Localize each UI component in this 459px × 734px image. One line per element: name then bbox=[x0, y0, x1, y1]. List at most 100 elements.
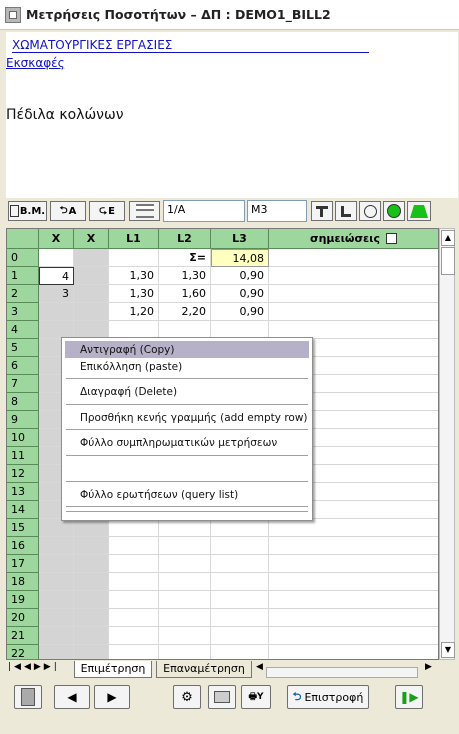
grid-cell-x2[interactable] bbox=[74, 555, 109, 573]
grid-cell-l1[interactable] bbox=[109, 555, 159, 573]
grid-cell-x2[interactable] bbox=[74, 609, 109, 627]
trapezoid-button[interactable] bbox=[407, 201, 431, 221]
grid-cell-l3[interactable]: 0,90 bbox=[211, 285, 269, 303]
grid-cell-x1[interactable] bbox=[39, 591, 74, 609]
grid-cell-x1[interactable] bbox=[39, 609, 74, 627]
print-button[interactable] bbox=[208, 685, 236, 709]
grid-cell-l2[interactable] bbox=[159, 645, 211, 659]
scroll-up-icon[interactable]: ▲ bbox=[441, 230, 455, 246]
menu-item-paste[interactable]: Επικόλληση (paste) bbox=[65, 358, 309, 375]
grid-cell-l2[interactable] bbox=[159, 591, 211, 609]
grid-cell-l2[interactable] bbox=[159, 537, 211, 555]
grid-cell-l3[interactable] bbox=[211, 537, 269, 555]
grid-cell-nt[interactable] bbox=[269, 519, 438, 537]
settings-button[interactable]: ⚙ bbox=[173, 685, 201, 709]
grid-cell-l1[interactable] bbox=[109, 537, 159, 555]
grid-cell-x1[interactable] bbox=[39, 303, 74, 321]
menu-item-copy[interactable]: Αντιγραφή (Copy) bbox=[65, 341, 309, 358]
grid-cell-x2[interactable] bbox=[74, 645, 109, 659]
grid-cell-l2[interactable] bbox=[159, 519, 211, 537]
grid-cell-l3[interactable] bbox=[211, 555, 269, 573]
grid-cell-nt[interactable] bbox=[269, 645, 438, 659]
category-link[interactable]: ΧΩΜΑΤΟΥΡΓΙΚΕΣ ΕΡΓΑΣΙΕΣ bbox=[12, 38, 369, 53]
grid-cell-l1[interactable] bbox=[109, 645, 159, 659]
bm-button[interactable]: B.M. bbox=[8, 201, 47, 221]
copy-e-button[interactable]: ⮎ E bbox=[89, 201, 125, 221]
grid-cell-x1[interactable]: 4 bbox=[39, 267, 74, 285]
grid-cell-nt[interactable] bbox=[269, 555, 438, 573]
print-y-button[interactable]: 🖶Y bbox=[241, 685, 271, 709]
grid-cell-x1[interactable] bbox=[39, 573, 74, 591]
vertical-scrollbar[interactable]: ▲ ▼ bbox=[439, 228, 455, 660]
grid-cell-x1[interactable] bbox=[39, 627, 74, 645]
grid-cell-l2[interactable] bbox=[159, 573, 211, 591]
grid-cell-x2[interactable] bbox=[74, 267, 109, 285]
grid-cell-x2[interactable] bbox=[74, 249, 109, 267]
filled-circle-button[interactable] bbox=[383, 201, 405, 221]
menu-item-add-empty-row[interactable]: Προσθήκη κενής γραμμής (add empty row) bbox=[65, 409, 309, 426]
unit-field[interactable]: M3 bbox=[247, 200, 307, 222]
grid-cell-x2[interactable] bbox=[74, 303, 109, 321]
next-button[interactable]: ▶ bbox=[94, 685, 130, 709]
menu-item-supplementary-sheet[interactable]: Φύλλο συμπληρωματικών μετρήσεων bbox=[65, 434, 309, 451]
notes-checkbox[interactable] bbox=[385, 233, 397, 244]
grid-cell-l2[interactable]: 1,30 bbox=[159, 267, 211, 285]
grid-cell-l1[interactable]: 1,30 bbox=[109, 285, 159, 303]
grid-cell-l3[interactable] bbox=[211, 645, 269, 659]
scroll-down-icon[interactable]: ▼ bbox=[441, 642, 455, 658]
grid-cell-l2[interactable] bbox=[159, 555, 211, 573]
grid-cell-l3[interactable] bbox=[211, 627, 269, 645]
grid-cell-x1[interactable]: 3 bbox=[39, 285, 74, 303]
grid-cell-l1[interactable] bbox=[109, 609, 159, 627]
grid-cell-l3[interactable] bbox=[211, 591, 269, 609]
grid-cell-nt[interactable] bbox=[269, 303, 438, 321]
grid-cell-x2[interactable] bbox=[74, 537, 109, 555]
grid-cell-l1[interactable] bbox=[109, 591, 159, 609]
tab-nav-icons[interactable]: |◀◀▶▶| bbox=[8, 662, 60, 672]
tab-measurement[interactable]: Επιμέτρηση bbox=[74, 661, 152, 678]
grid-cell-nt[interactable] bbox=[269, 537, 438, 555]
copy-a-button[interactable]: ⮌ A bbox=[50, 201, 86, 221]
circle-button[interactable] bbox=[359, 201, 381, 221]
grid-cell-x2[interactable] bbox=[74, 519, 109, 537]
grid-cell-l2[interactable] bbox=[159, 609, 211, 627]
grid-cell-l1[interactable]: 1,30 bbox=[109, 267, 159, 285]
grid-cell-l2[interactable]: 1,60 bbox=[159, 285, 211, 303]
scroll-thumb[interactable] bbox=[441, 247, 455, 275]
grid-cell-nt[interactable] bbox=[269, 609, 438, 627]
scroll-right-icon[interactable]: ▶ bbox=[425, 662, 432, 672]
grid-cell-l1[interactable] bbox=[109, 573, 159, 591]
grid-cell-x1[interactable] bbox=[39, 249, 74, 267]
grid-cell-nt[interactable] bbox=[269, 591, 438, 609]
grid-cell-l1[interactable] bbox=[109, 249, 159, 267]
grid-cell-x2[interactable] bbox=[74, 627, 109, 645]
grid-cell-nt[interactable] bbox=[269, 573, 438, 591]
scroll-left-icon[interactable]: ◀ bbox=[256, 662, 263, 672]
grid-cell-nt[interactable] bbox=[269, 285, 438, 303]
grid-cell-l1[interactable] bbox=[109, 519, 159, 537]
app-icon[interactable] bbox=[5, 7, 21, 23]
grid-cell-x1[interactable] bbox=[39, 537, 74, 555]
code-field[interactable]: 1/A bbox=[163, 200, 245, 222]
grid-cell-x2[interactable] bbox=[74, 285, 109, 303]
grid-cell-l3[interactable] bbox=[211, 609, 269, 627]
previous-button[interactable]: ◀ bbox=[54, 685, 90, 709]
grid-cell-l2[interactable] bbox=[159, 627, 211, 645]
menu-item-delete[interactable]: Διαγραφή (Delete) bbox=[65, 383, 309, 400]
grid-cell-l1[interactable]: 1,20 bbox=[109, 303, 159, 321]
tab-remeasurement[interactable]: Επαναμέτρηση bbox=[156, 661, 252, 678]
grid-cell-l2[interactable]: 2,20 bbox=[159, 303, 211, 321]
grid-cell-l3[interactable] bbox=[211, 519, 269, 537]
return-button[interactable]: ⮌ Επιστροφή bbox=[287, 685, 369, 709]
grid-cell-x2[interactable] bbox=[74, 573, 109, 591]
grid-cell-nt[interactable] bbox=[269, 249, 438, 267]
grid-cell-x1[interactable] bbox=[39, 645, 74, 659]
horizontal-scrollbar[interactable] bbox=[266, 667, 418, 678]
grid-cell-x2[interactable] bbox=[74, 591, 109, 609]
calculator-button[interactable] bbox=[14, 685, 42, 709]
grid-cell-l3[interactable]: 0,90 bbox=[211, 267, 269, 285]
grid-layout-button[interactable] bbox=[129, 201, 160, 221]
exit-button[interactable]: ❚▶ bbox=[395, 685, 423, 709]
grid-cell-nt[interactable] bbox=[269, 627, 438, 645]
l-shape-button[interactable] bbox=[335, 201, 357, 221]
